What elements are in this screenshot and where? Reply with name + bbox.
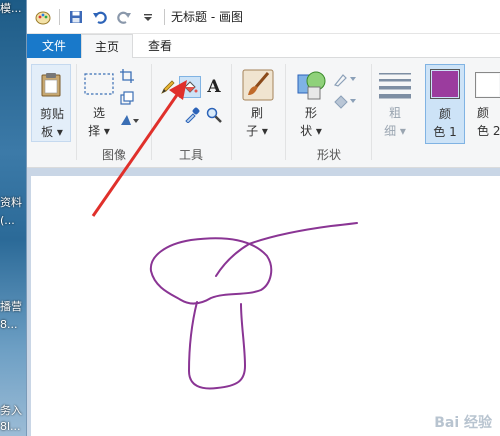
desktop-item[interactable]: 播营 (0, 300, 22, 314)
desktop-item[interactable]: 8l... (0, 420, 21, 434)
desktop-item[interactable]: (... (0, 214, 15, 228)
watermark-logo: Bai 经验 (434, 415, 492, 431)
desktop-item[interactable]: 8... (0, 318, 18, 332)
desktop-item[interactable]: 模... (0, 2, 22, 16)
desktop-background: 模... 资料 (... 播营 8... 务入 8l... (0, 0, 26, 436)
annotation-arrow (91, 80, 187, 217)
paint-window: 无标题 - 画图 文件 主页 查看 剪贴 板 ▾ 选 择 ▾ 图像 A 工具 刷… (26, 0, 500, 436)
desktop-item[interactable]: 务入 (0, 404, 22, 418)
desktop-item[interactable]: 资料 (0, 196, 22, 210)
